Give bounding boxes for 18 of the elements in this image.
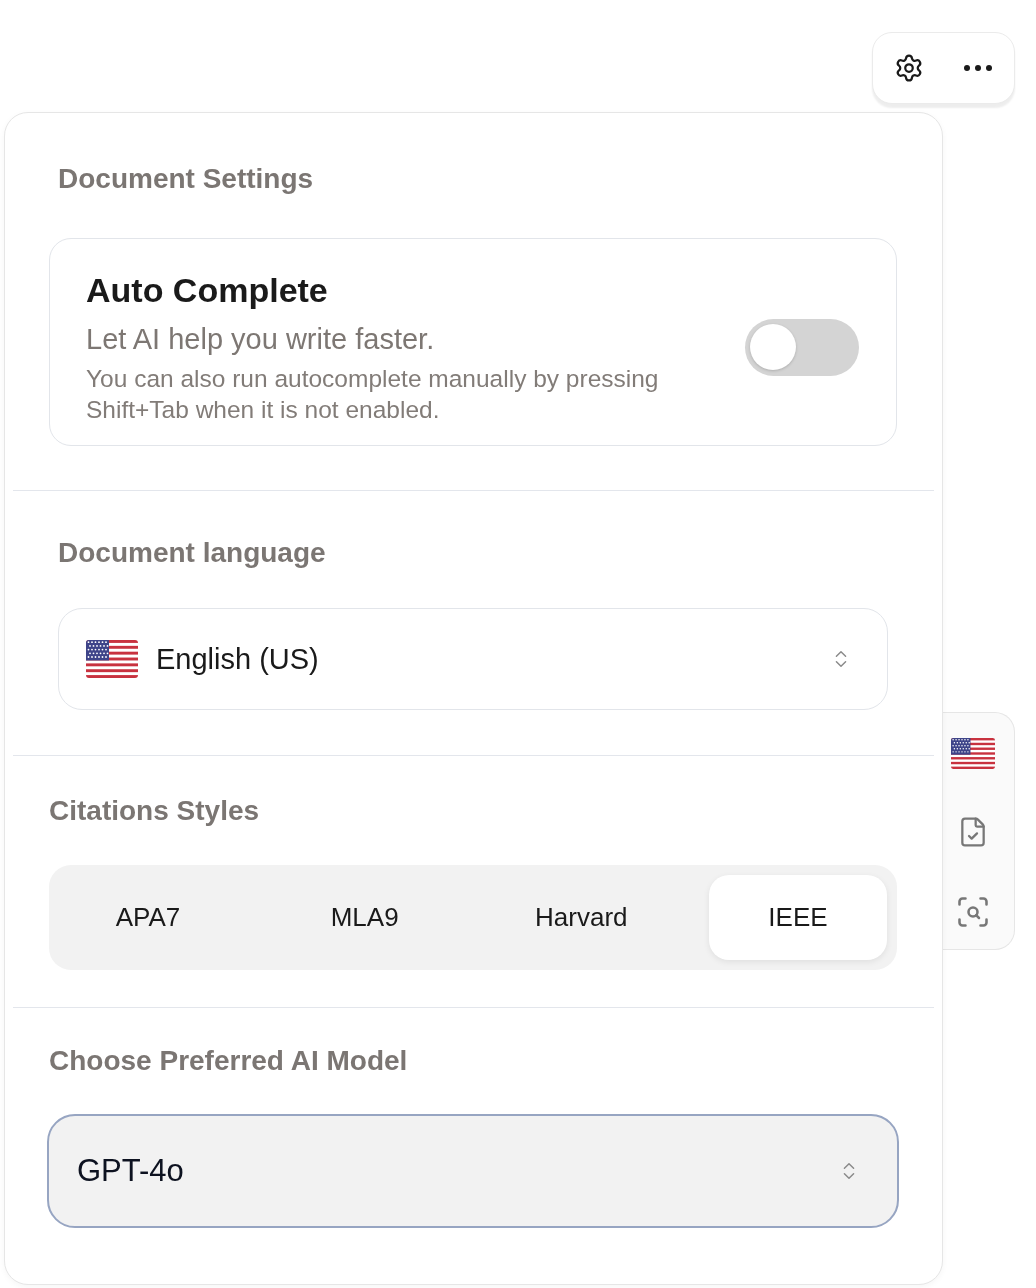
language-select[interactable]: English (US) [58,608,888,710]
us-flag-icon [86,640,138,678]
section-heading: Citations Styles [49,797,260,825]
setting-description: You can also run autocomplete manually by pressing Shift+Tab when it is not enabled. [86,364,660,425]
citation-tab[interactable]: APA7 [59,875,237,960]
us-flag-icon [951,738,995,769]
scan-search-icon[interactable] [955,894,991,930]
more-icon [964,65,993,71]
section-heading: Document language [58,539,326,567]
setting-subtitle: Let AI help you write faster. [86,322,435,357]
citation-tab[interactable]: MLA9 [275,875,454,960]
model-select[interactable]: GPT-4o [47,1114,899,1228]
citation-tab[interactable]: Harvard [492,875,671,960]
section-heading: Choose Preferred AI Model [49,1047,408,1075]
citation-tab[interactable]: IEEE [708,875,887,960]
panel-title: Document Settings [58,165,314,193]
toggle-switch[interactable] [745,318,859,376]
setting-title: Auto Complete [86,270,328,311]
